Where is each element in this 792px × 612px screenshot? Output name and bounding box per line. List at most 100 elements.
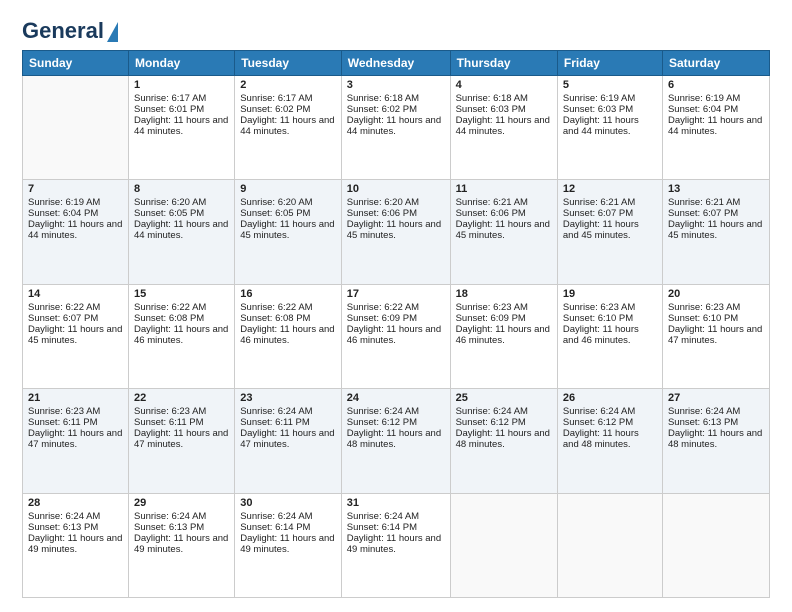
day-cell: 5Sunrise: 6:19 AMSunset: 6:03 PMDaylight…	[557, 76, 662, 180]
day-number: 22	[134, 392, 229, 404]
day-cell: 19Sunrise: 6:23 AMSunset: 6:10 PMDayligh…	[557, 284, 662, 388]
day-number: 23	[240, 392, 336, 404]
sunrise-text: Sunrise: 6:17 AM	[134, 93, 229, 104]
col-header-saturday: Saturday	[662, 51, 769, 76]
daylight-text: Daylight: 11 hours and 46 minutes.	[456, 324, 552, 346]
day-number: 25	[456, 392, 552, 404]
day-cell: 26 Sunrise: 6:24 AMSunset: 6:12 PMDayligh…	[557, 389, 662, 493]
day-cell: 20Sunrise: 6:23 AMSunset: 6:10 PMDayligh…	[662, 284, 769, 388]
daylight-text: Daylight: 11 hours and 45 minutes.	[668, 219, 764, 241]
sunset-text: Sunset: 6:11 PM	[240, 417, 336, 428]
sunrise-text: Sunrise: 6:24 AM	[456, 406, 552, 417]
day-number: 2	[240, 79, 336, 91]
daylight-text: Daylight: 11 hours and 48 minutes.	[563, 428, 657, 450]
day-cell: 7Sunrise: 6:19 AMSunset: 6:04 PMDaylight…	[23, 180, 129, 284]
day-number: 20	[668, 288, 764, 300]
sunrise-text: Sunrise: 6:24 AM	[240, 511, 336, 522]
day-cell: 13Sunrise: 6:21 AMSunset: 6:07 PMDayligh…	[662, 180, 769, 284]
daylight-text: Daylight: 11 hours and 47 minutes.	[240, 428, 336, 450]
daylight-text: Daylight: 11 hours and 45 minutes.	[347, 219, 445, 241]
sunrise-text: Sunrise: 6:24 AM	[563, 406, 657, 417]
sunrise-text: Sunrise: 6:20 AM	[240, 197, 336, 208]
sunset-text: Sunset: 6:05 PM	[134, 208, 229, 219]
col-header-monday: Monday	[128, 51, 234, 76]
day-cell: 25 Sunrise: 6:24 AMSunset: 6:12 PMDayligh…	[450, 389, 557, 493]
sunset-text: Sunset: 6:01 PM	[134, 104, 229, 115]
daylight-text: Daylight: 11 hours and 45 minutes.	[28, 324, 123, 346]
sunset-text: Sunset: 6:02 PM	[347, 104, 445, 115]
sunset-text: Sunset: 6:04 PM	[668, 104, 764, 115]
sunrise-text: Sunrise: 6:22 AM	[134, 302, 229, 313]
day-number: 15	[134, 288, 229, 300]
day-cell: 22 Sunrise: 6:23 AMSunset: 6:11 PMDayligh…	[128, 389, 234, 493]
day-number: 5	[563, 79, 657, 91]
day-cell: 2Sunrise: 6:17 AMSunset: 6:02 PMDaylight…	[235, 76, 342, 180]
day-number: 12	[563, 183, 657, 195]
sunrise-text: Sunrise: 6:23 AM	[134, 406, 229, 417]
day-number: 7	[28, 183, 123, 195]
calendar-table: SundayMondayTuesdayWednesdayThursdayFrid…	[22, 50, 770, 598]
daylight-text: Daylight: 11 hours and 44 minutes.	[456, 115, 552, 137]
day-cell	[23, 76, 129, 180]
daylight-text: Daylight: 11 hours and 46 minutes.	[347, 324, 445, 346]
day-number: 24	[347, 392, 445, 404]
day-cell: 14Sunrise: 6:22 AMSunset: 6:07 PMDayligh…	[23, 284, 129, 388]
day-cell: 1Sunrise: 6:17 AMSunset: 6:01 PMDaylight…	[128, 76, 234, 180]
sunrise-text: Sunrise: 6:22 AM	[347, 302, 445, 313]
sunset-text: Sunset: 6:12 PM	[563, 417, 657, 428]
daylight-text: Daylight: 11 hours and 48 minutes.	[347, 428, 445, 450]
sunset-text: Sunset: 6:06 PM	[456, 208, 552, 219]
sunrise-text: Sunrise: 6:17 AM	[240, 93, 336, 104]
sunset-text: Sunset: 6:14 PM	[347, 522, 445, 533]
day-cell: 8Sunrise: 6:20 AMSunset: 6:05 PMDaylight…	[128, 180, 234, 284]
sunrise-text: Sunrise: 6:24 AM	[28, 511, 123, 522]
day-number: 21	[28, 392, 123, 404]
daylight-text: Daylight: 11 hours and 45 minutes.	[563, 219, 657, 241]
day-number: 26	[563, 392, 657, 404]
sunrise-text: Sunrise: 6:24 AM	[347, 511, 445, 522]
day-number: 14	[28, 288, 123, 300]
week-row-5: 28Sunrise: 6:24 AMSunset: 6:13 PMDayligh…	[23, 493, 770, 597]
sunset-text: Sunset: 6:06 PM	[347, 208, 445, 219]
col-header-friday: Friday	[557, 51, 662, 76]
daylight-text: Daylight: 11 hours and 44 minutes.	[28, 219, 123, 241]
daylight-text: Daylight: 11 hours and 46 minutes.	[240, 324, 336, 346]
day-number: 6	[668, 79, 764, 91]
sunset-text: Sunset: 6:03 PM	[563, 104, 657, 115]
day-cell: 9Sunrise: 6:20 AMSunset: 6:05 PMDaylight…	[235, 180, 342, 284]
daylight-text: Daylight: 11 hours and 47 minutes.	[134, 428, 229, 450]
day-number: 10	[347, 183, 445, 195]
header: General	[22, 18, 770, 40]
page: General SundayMondayTuesdayWednesdayThur…	[0, 0, 792, 612]
day-number: 3	[347, 79, 445, 91]
day-cell: 6Sunrise: 6:19 AMSunset: 6:04 PMDaylight…	[662, 76, 769, 180]
sunrise-text: Sunrise: 6:19 AM	[668, 93, 764, 104]
day-cell: 10Sunrise: 6:20 AMSunset: 6:06 PMDayligh…	[341, 180, 450, 284]
day-cell: 12Sunrise: 6:21 AMSunset: 6:07 PMDayligh…	[557, 180, 662, 284]
daylight-text: Daylight: 11 hours and 44 minutes.	[347, 115, 445, 137]
day-number: 18	[456, 288, 552, 300]
sunrise-text: Sunrise: 6:23 AM	[668, 302, 764, 313]
daylight-text: Daylight: 11 hours and 48 minutes.	[456, 428, 552, 450]
sunset-text: Sunset: 6:11 PM	[134, 417, 229, 428]
sunset-text: Sunset: 6:11 PM	[28, 417, 123, 428]
day-number: 17	[347, 288, 445, 300]
day-cell: 31Sunrise: 6:24 AMSunset: 6:14 PMDayligh…	[341, 493, 450, 597]
daylight-text: Daylight: 11 hours and 45 minutes.	[456, 219, 552, 241]
day-cell: 29Sunrise: 6:24 AMSunset: 6:13 PMDayligh…	[128, 493, 234, 597]
sunrise-text: Sunrise: 6:21 AM	[563, 197, 657, 208]
sunset-text: Sunset: 6:09 PM	[347, 313, 445, 324]
sunrise-text: Sunrise: 6:18 AM	[456, 93, 552, 104]
sunrise-text: Sunrise: 6:23 AM	[563, 302, 657, 313]
sunset-text: Sunset: 6:13 PM	[28, 522, 123, 533]
sunset-text: Sunset: 6:12 PM	[456, 417, 552, 428]
day-number: 13	[668, 183, 764, 195]
sunset-text: Sunset: 6:14 PM	[240, 522, 336, 533]
day-number: 11	[456, 183, 552, 195]
col-header-thursday: Thursday	[450, 51, 557, 76]
daylight-text: Daylight: 11 hours and 44 minutes.	[134, 115, 229, 137]
sunset-text: Sunset: 6:05 PM	[240, 208, 336, 219]
sunset-text: Sunset: 6:02 PM	[240, 104, 336, 115]
day-cell: 23Sunrise: 6:24 AMSunset: 6:11 PMDayligh…	[235, 389, 342, 493]
sunset-text: Sunset: 6:07 PM	[668, 208, 764, 219]
